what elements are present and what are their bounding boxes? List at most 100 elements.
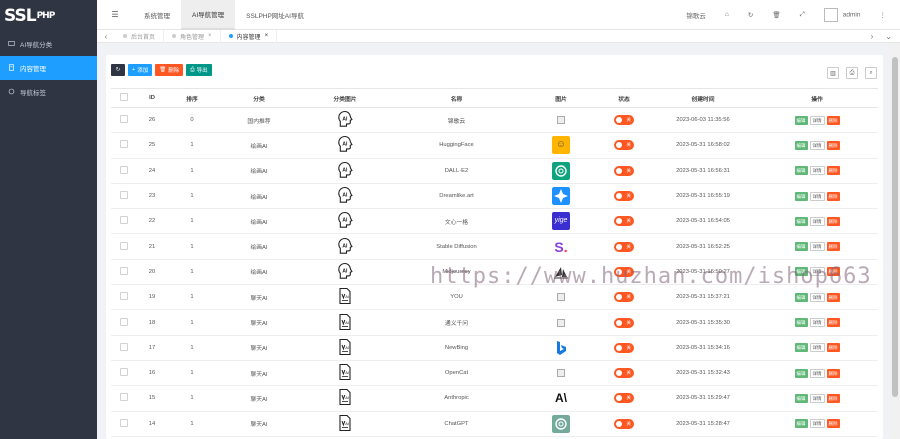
row-checkbox[interactable] (111, 132, 137, 159)
edit-button[interactable]: 编辑 (794, 419, 808, 429)
detail-button[interactable]: 详情 (809, 191, 825, 201)
status-toggle[interactable]: 关 (598, 309, 650, 336)
print-icon[interactable]: ⎙ (846, 67, 858, 79)
row-checkbox[interactable] (111, 309, 137, 336)
row-delete-button[interactable]: 删除 (826, 216, 840, 226)
row-delete-button[interactable]: 删除 (826, 393, 840, 403)
status-toggle[interactable]: 关 (598, 335, 650, 361)
row-delete-button[interactable]: 删除 (826, 368, 840, 378)
top-link-jingeyun[interactable]: 锦歌云 (686, 10, 706, 20)
row-delete-button[interactable]: 删除 (826, 292, 840, 302)
row-delete-button[interactable]: 删除 (826, 166, 840, 176)
edit-button[interactable]: 编辑 (794, 393, 808, 403)
top-nav-item-1[interactable]: AI导航管理 (181, 0, 236, 30)
row-checkbox[interactable] (111, 183, 137, 210)
home-icon[interactable]: ⌂ (725, 11, 729, 18)
refresh-table-button[interactable]: ↻ (111, 64, 125, 76)
status-toggle[interactable]: 关 (598, 208, 650, 235)
top-nav-item-2[interactable]: SSLPHP网址AI导航 (235, 0, 315, 30)
scrollbar[interactable] (890, 43, 900, 439)
status-toggle[interactable]: 关 (598, 233, 650, 260)
edit-button[interactable]: 编辑 (794, 318, 808, 328)
row-checkbox[interactable] (111, 208, 137, 235)
page-tab-0[interactable]: 后台首页 (115, 29, 165, 43)
add-button[interactable]: + 添加 (128, 64, 153, 76)
edit-button[interactable]: 编辑 (794, 140, 808, 150)
fullscreen-icon[interactable]: ⤢ (800, 11, 805, 19)
row-checkbox[interactable] (111, 385, 137, 412)
detail-button[interactable]: 详情 (809, 166, 825, 176)
column-header[interactable]: 操作 (756, 88, 878, 108)
status-toggle[interactable]: 关 (598, 259, 650, 286)
column-header[interactable]: 状态 (598, 88, 650, 108)
column-header[interactable]: 创建时间 (650, 88, 756, 108)
status-toggle[interactable]: 关 (598, 132, 650, 159)
row-checkbox[interactable] (111, 158, 137, 184)
row-checkbox[interactable] (111, 233, 137, 260)
row-checkbox[interactable] (111, 360, 137, 387)
row-checkbox[interactable] (111, 284, 137, 311)
edit-button[interactable]: 编辑 (794, 166, 808, 176)
edit-button[interactable]: 编辑 (794, 216, 808, 226)
status-toggle[interactable]: 关 (598, 158, 650, 184)
edit-button[interactable]: 编辑 (794, 115, 808, 125)
status-toggle[interactable]: 关 (598, 385, 650, 412)
sidebar-item-2[interactable]: 导航标签 (0, 80, 97, 104)
column-header[interactable]: 排序 (167, 88, 217, 108)
tabs-left-icon[interactable]: ‹ (97, 32, 115, 41)
row-delete-button[interactable]: 删除 (826, 267, 840, 277)
sidebar-item-0[interactable]: AI导航分类 (0, 32, 97, 56)
delete-button[interactable]: 🗑 删除 (155, 64, 184, 76)
detail-button[interactable]: 详情 (809, 115, 825, 125)
detail-button[interactable]: 详情 (809, 419, 825, 429)
row-delete-button[interactable]: 删除 (826, 115, 840, 125)
row-checkbox[interactable] (111, 259, 137, 286)
detail-button[interactable]: 详情 (809, 343, 825, 353)
refresh-icon[interactable]: ↻ (748, 11, 753, 19)
sidebar-item-1[interactable]: 内容管理 (0, 56, 97, 80)
row-delete-button[interactable]: 删除 (826, 191, 840, 201)
edit-button[interactable]: 编辑 (794, 242, 808, 252)
chevron-down-icon[interactable]: ⌄ (885, 32, 892, 41)
status-toggle[interactable]: 关 (598, 284, 650, 311)
column-header[interactable]: 分类图片 (301, 88, 389, 108)
row-delete-button[interactable]: 删除 (826, 318, 840, 328)
row-checkbox[interactable] (111, 107, 137, 134)
row-checkbox[interactable] (111, 335, 137, 361)
menu-toggle-icon[interactable]: ☰ (97, 10, 133, 19)
edit-button[interactable]: 编辑 (794, 292, 808, 302)
row-delete-button[interactable]: 删除 (826, 419, 840, 429)
edit-button[interactable]: 编辑 (794, 368, 808, 378)
close-icon[interactable]: × (208, 33, 212, 39)
edit-button[interactable]: 编辑 (794, 191, 808, 201)
detail-button[interactable]: 详情 (809, 267, 825, 277)
trash-icon[interactable]: 🗑 (772, 11, 780, 19)
status-toggle[interactable]: 关 (598, 360, 650, 387)
row-delete-button[interactable]: 删除 (826, 242, 840, 252)
edit-button[interactable]: 编辑 (794, 267, 808, 277)
search-icon[interactable]: ⌕ (865, 67, 877, 79)
status-toggle[interactable]: 关 (598, 411, 650, 437)
column-header[interactable]: 名称 (389, 88, 524, 108)
detail-button[interactable]: 详情 (809, 393, 825, 403)
detail-button[interactable]: 详情 (809, 242, 825, 252)
tabs-right-icon[interactable]: › (871, 32, 874, 41)
user-menu[interactable]: admin (823, 7, 861, 22)
page-tab-2[interactable]: 内容管理 × (221, 29, 278, 43)
page-tab-1[interactable]: 角色管理 × (164, 29, 221, 43)
row-delete-button[interactable]: 删除 (826, 140, 840, 150)
top-nav-item-0[interactable]: 系统管理 (133, 0, 181, 30)
detail-button[interactable]: 详情 (809, 292, 825, 302)
export-button[interactable]: ⎙ 导出 (186, 64, 212, 76)
app-logo[interactable]: SSL PHP (0, 0, 97, 32)
status-toggle[interactable]: 关 (598, 183, 650, 210)
detail-button[interactable]: 详情 (809, 368, 825, 378)
column-header[interactable]: ID (137, 88, 167, 108)
more-icon[interactable]: ⋮ (880, 11, 887, 19)
detail-button[interactable]: 详情 (809, 318, 825, 328)
detail-button[interactable]: 详情 (809, 216, 825, 226)
column-header[interactable]: 分类 (217, 88, 301, 108)
edit-button[interactable]: 编辑 (794, 343, 808, 353)
columns-icon[interactable]: ▥ (827, 67, 839, 79)
status-toggle[interactable]: 关 (598, 107, 650, 134)
